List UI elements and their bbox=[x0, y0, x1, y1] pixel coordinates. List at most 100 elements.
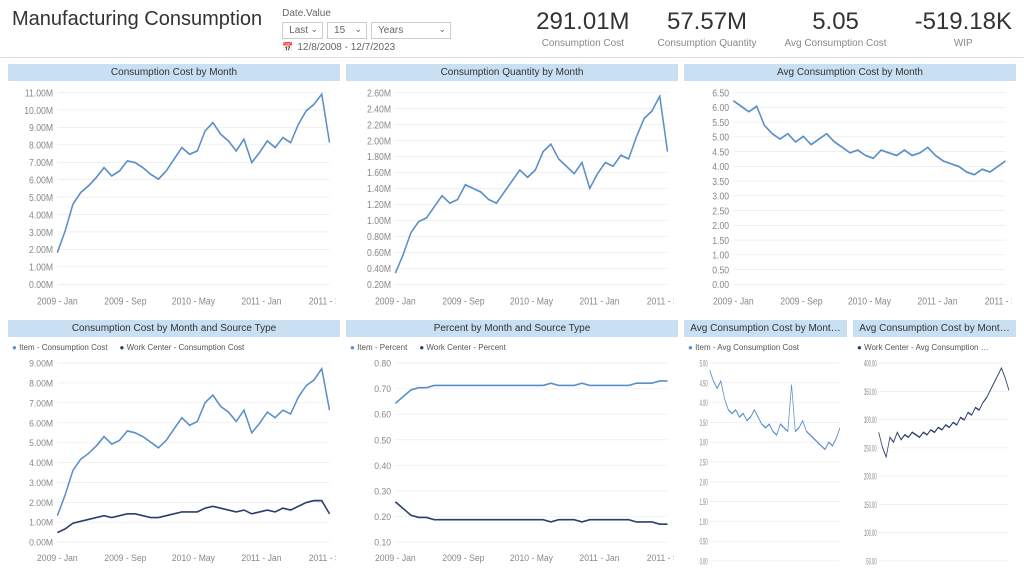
legend-item: Work Center - Avg Consumption … bbox=[857, 343, 989, 352]
chart-legend: Work Center - Avg Consumption … bbox=[857, 341, 1012, 356]
svg-text:2011 - Jan: 2011 - Jan bbox=[579, 553, 619, 563]
chart-avg-item[interactable]: Avg Consumption Cost by Mont… Item - Avg… bbox=[684, 320, 847, 570]
svg-text:2011 - Jan: 2011 - Jan bbox=[241, 295, 281, 307]
svg-text:2011 - Jan: 2011 - Jan bbox=[579, 295, 619, 307]
svg-text:2009 - Jan: 2009 - Jan bbox=[375, 295, 416, 307]
chart-title: Consumption Cost by Month and Source Typ… bbox=[8, 320, 340, 337]
svg-text:1.00: 1.00 bbox=[700, 516, 708, 528]
legend-item: Item - Percent bbox=[350, 343, 407, 352]
svg-text:2011 - Jan: 2011 - Jan bbox=[917, 295, 957, 307]
svg-text:1.50: 1.50 bbox=[700, 496, 708, 508]
svg-text:5.00: 5.00 bbox=[700, 358, 708, 370]
svg-text:4.00M: 4.00M bbox=[29, 458, 53, 468]
svg-text:50.00: 50.00 bbox=[866, 555, 876, 567]
chart-title: Avg Consumption Cost by Month bbox=[684, 64, 1016, 81]
chart-svg: 0.20M0.40M0.60M0.80M1.00M1.20M1.40M1.60M… bbox=[350, 85, 674, 312]
legend-item: Item - Avg Consumption Cost bbox=[688, 343, 799, 352]
svg-text:2.60M: 2.60M bbox=[367, 87, 391, 99]
svg-text:1.50: 1.50 bbox=[712, 234, 729, 246]
svg-text:2011 - Sep: 2011 - Sep bbox=[647, 553, 674, 563]
svg-text:2.40M: 2.40M bbox=[367, 103, 391, 115]
svg-text:2010 - May: 2010 - May bbox=[172, 553, 216, 563]
svg-text:2011 - Jan: 2011 - Jan bbox=[241, 553, 281, 563]
svg-text:2009 - Jan: 2009 - Jan bbox=[37, 553, 78, 563]
chart-svg: 0.000.501.001.502.002.503.003.504.004.50… bbox=[688, 85, 1012, 312]
page-title: Manufacturing Consumption bbox=[12, 8, 262, 31]
svg-text:2.00M: 2.00M bbox=[367, 135, 391, 147]
kpi-label: Consumption Quantity bbox=[658, 38, 757, 49]
chart-svg: 0.00M1.00M2.00M3.00M4.00M5.00M6.00M7.00M… bbox=[12, 85, 336, 312]
kpi-value: 57.57M bbox=[658, 8, 757, 36]
svg-text:2009 - Jan: 2009 - Jan bbox=[713, 295, 754, 307]
kpi-value: -519.18K bbox=[915, 8, 1012, 36]
svg-text:8.00M: 8.00M bbox=[29, 139, 53, 151]
svg-text:2009 - Sep: 2009 - Sep bbox=[442, 295, 484, 307]
svg-text:1.00: 1.00 bbox=[712, 249, 729, 261]
svg-text:3.00: 3.00 bbox=[700, 437, 708, 449]
svg-text:1.60M: 1.60M bbox=[367, 167, 391, 179]
svg-text:0.00: 0.00 bbox=[700, 555, 708, 567]
svg-text:2010 - May: 2010 - May bbox=[172, 295, 215, 307]
chart-pct-src[interactable]: Percent by Month and Source Type Item - … bbox=[346, 320, 678, 570]
svg-text:0.10: 0.10 bbox=[374, 537, 391, 547]
chart-svg: 0.00M1.00M2.00M3.00M4.00M5.00M6.00M7.00M… bbox=[12, 356, 336, 568]
svg-text:2009 - Sep: 2009 - Sep bbox=[104, 295, 146, 307]
kpi-consumption-qty: 57.57M Consumption Quantity bbox=[658, 8, 757, 49]
chart-legend: Item - Avg Consumption Cost bbox=[688, 341, 843, 356]
chart-avg[interactable]: Avg Consumption Cost by Month 0.00 0.50 1.… bbox=[684, 64, 1016, 314]
svg-text:6.00: 6.00 bbox=[712, 101, 729, 113]
svg-text:2009 - Jan: 2009 - Jan bbox=[37, 295, 78, 307]
svg-text:0.60: 0.60 bbox=[374, 409, 391, 419]
svg-text:4.00M: 4.00M bbox=[29, 209, 53, 221]
svg-text:11.00M: 11.00M bbox=[25, 87, 53, 99]
svg-text:6.00M: 6.00M bbox=[29, 418, 53, 428]
chart-legend: Item - Consumption Cost Work Center - Co… bbox=[12, 341, 336, 356]
svg-text:5.50: 5.50 bbox=[712, 116, 729, 128]
date-unit-select[interactable]: Years bbox=[371, 22, 451, 39]
svg-text:2010 - May: 2010 - May bbox=[848, 295, 891, 307]
svg-text:0.50: 0.50 bbox=[712, 264, 729, 276]
date-range-display: 12/8/2008 - 12/7/2023 bbox=[282, 42, 451, 53]
svg-text:0.70: 0.70 bbox=[374, 384, 391, 394]
svg-text:2009 - Jan: 2009 - Jan bbox=[375, 553, 416, 563]
svg-text:250.00: 250.00 bbox=[864, 442, 877, 454]
date-mode-select[interactable]: Last bbox=[282, 22, 323, 39]
svg-text:2009 - Sep: 2009 - Sep bbox=[442, 553, 484, 563]
svg-text:400.00: 400.00 bbox=[864, 358, 877, 370]
chart-svg: 0.100.200.300.400.500.600.700.802009 - J… bbox=[350, 356, 674, 568]
svg-text:1.40M: 1.40M bbox=[367, 183, 391, 195]
svg-text:2010 - May: 2010 - May bbox=[510, 295, 553, 307]
chart-avg-wc[interactable]: Avg Consumption Cost by Mont… Work Cente… bbox=[853, 320, 1016, 570]
svg-text:6.00M: 6.00M bbox=[29, 174, 53, 186]
svg-text:0.20M: 0.20M bbox=[367, 278, 391, 290]
svg-text:3.50: 3.50 bbox=[700, 417, 708, 429]
chart-title: Percent by Month and Source Type bbox=[346, 320, 678, 337]
svg-text:350.00: 350.00 bbox=[864, 386, 877, 398]
date-num-select[interactable]: 15 bbox=[327, 22, 367, 39]
svg-text:9.00M: 9.00M bbox=[29, 122, 53, 134]
svg-text:4.50: 4.50 bbox=[712, 146, 729, 158]
svg-text:0.40M: 0.40M bbox=[367, 262, 391, 274]
kpi-avg-cost: 5.05 Avg Consumption Cost bbox=[785, 8, 887, 49]
svg-text:4.00: 4.00 bbox=[700, 397, 708, 409]
chart-cost-src[interactable]: Consumption Cost by Month and Source Typ… bbox=[8, 320, 340, 570]
svg-text:2.00: 2.00 bbox=[712, 219, 729, 231]
svg-text:0.00: 0.00 bbox=[712, 278, 729, 290]
svg-text:100.00: 100.00 bbox=[864, 527, 877, 539]
svg-text:2011 - Sep: 2011 - Sep bbox=[647, 295, 674, 307]
svg-text:1.00M: 1.00M bbox=[29, 261, 53, 273]
svg-text:2011 - Sep: 2011 - Sep bbox=[985, 295, 1012, 307]
svg-text:150.00: 150.00 bbox=[864, 499, 877, 511]
svg-text:2.50: 2.50 bbox=[712, 205, 729, 217]
svg-text:1.80M: 1.80M bbox=[367, 151, 391, 163]
svg-text:0.40: 0.40 bbox=[374, 461, 391, 471]
chart-qty[interactable]: Consumption Quantity by Month 0.20M0.40M… bbox=[346, 64, 678, 314]
kpi-label: Avg Consumption Cost bbox=[785, 38, 887, 49]
chart-legend: Item - Percent Work Center - Percent bbox=[350, 341, 674, 356]
svg-text:7.00M: 7.00M bbox=[29, 398, 53, 408]
svg-text:0.50: 0.50 bbox=[700, 536, 708, 548]
legend-item: Work Center - Percent bbox=[419, 343, 506, 352]
kpi-wip: -519.18K WIP bbox=[915, 8, 1012, 49]
chart-title: Consumption Cost by Month bbox=[8, 64, 340, 81]
chart-cost[interactable]: Consumption Cost by Month 0.00M1.00M2.00… bbox=[8, 64, 340, 314]
